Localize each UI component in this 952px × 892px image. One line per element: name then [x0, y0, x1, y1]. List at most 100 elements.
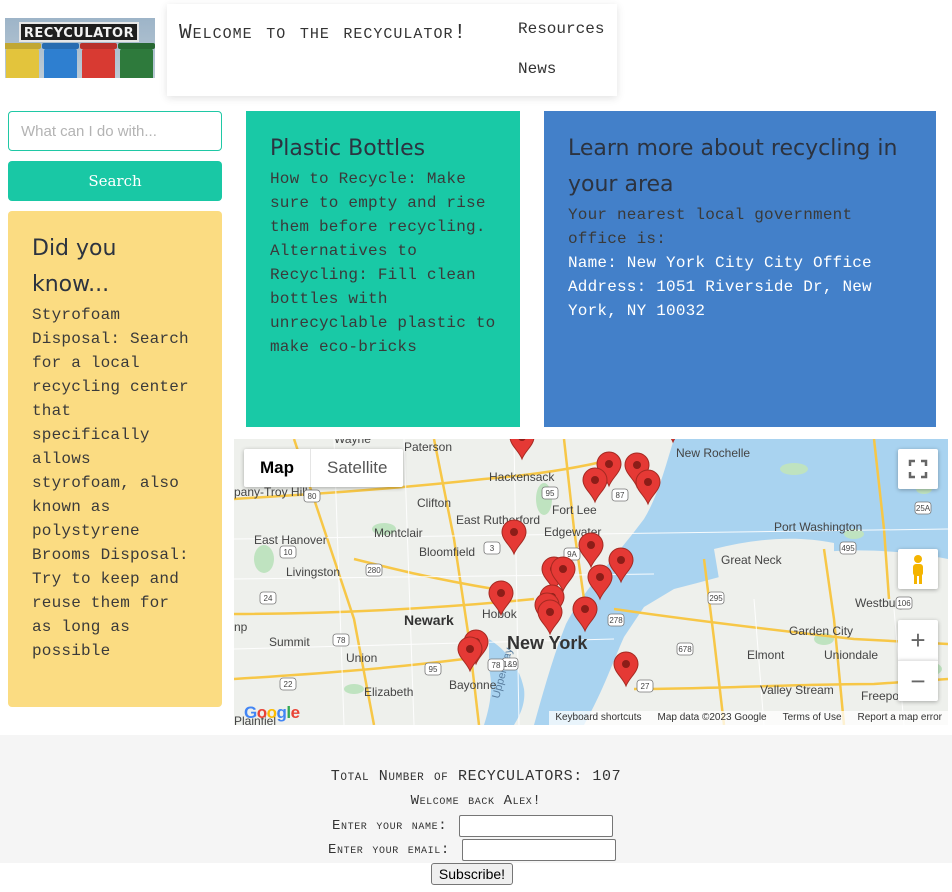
map-place-label: np: [234, 620, 248, 634]
zoom-in-icon[interactable]: +: [898, 620, 938, 660]
nav-news-link[interactable]: News: [518, 60, 556, 78]
route-shield: 678: [676, 642, 694, 656]
svg-text:1&9: 1&9: [503, 660, 518, 669]
terms-of-use-link[interactable]: Terms of Use: [783, 711, 842, 725]
svg-text:95: 95: [429, 665, 438, 674]
route-shield: 280: [365, 563, 383, 577]
subscribe-button[interactable]: Subscribe!: [431, 863, 513, 885]
zoom-out-icon[interactable]: −: [898, 660, 938, 701]
report-map-error-link[interactable]: Report a map error: [858, 711, 942, 725]
route-shield: 95: [541, 486, 559, 500]
green-bin-icon: [120, 48, 153, 78]
svg-text:3: 3: [490, 544, 495, 553]
blue-bin-icon: [44, 48, 77, 78]
route-shield: 25A: [914, 501, 932, 515]
svg-text:9A: 9A: [567, 550, 577, 559]
keyboard-shortcuts-link[interactable]: Keyboard shortcuts: [555, 711, 641, 725]
route-shield: 95: [424, 662, 442, 676]
svg-text:80: 80: [308, 492, 317, 501]
route-shield: 106: [895, 596, 913, 610]
map-place-label: Wayne: [334, 439, 371, 446]
map-place-label: Montclair: [374, 526, 423, 540]
map-type-satellite-button[interactable]: Satellite: [311, 449, 403, 487]
logo-text: RECYCULATOR: [19, 22, 139, 42]
svg-text:87: 87: [616, 491, 625, 500]
map-place-label: Fort Lee: [552, 503, 597, 517]
svg-text:22: 22: [284, 680, 293, 689]
did-you-know-card: Did you know... Styrofoam Disposal: Sear…: [8, 211, 222, 707]
did-you-know-text: Styrofoam Disposal: Search for a local r…: [32, 306, 189, 660]
nav-resources-link[interactable]: Resources: [518, 20, 604, 38]
map-place-label: pany-Troy Hills: [234, 485, 314, 499]
yellow-bin-icon: [6, 48, 39, 78]
route-shield: 27: [636, 679, 654, 693]
email-label: Enter your email:: [328, 842, 450, 858]
route-shield: 78: [487, 658, 505, 672]
map-place-label: Newark: [404, 612, 454, 628]
map-place-label: Garden City: [789, 624, 853, 638]
map-attribution: Keyboard shortcuts Map data ©2023 Google…: [549, 711, 948, 725]
route-shield: 495: [839, 541, 857, 555]
svg-text:24: 24: [264, 594, 273, 603]
svg-text:278: 278: [609, 616, 623, 625]
route-shield: 278: [607, 613, 625, 627]
route-shield: 78: [332, 633, 350, 647]
svg-text:106: 106: [897, 599, 911, 608]
map-place-label: Uniondale: [824, 648, 878, 662]
map-place-label: Union: [346, 651, 377, 665]
search-input[interactable]: [8, 111, 222, 151]
office-name: Name: New York City City Office: [568, 254, 872, 272]
map-place-label: Great Neck: [721, 553, 783, 567]
route-shield: 10: [279, 545, 297, 559]
map-place-label: Clifton: [417, 496, 451, 510]
route-shield: 295: [707, 591, 725, 605]
map-type-control: Map Satellite: [244, 449, 404, 487]
map-place-label: New Rochelle: [676, 446, 750, 460]
page-title: Welcome to the recyculator!: [179, 22, 468, 45]
map-place-label: Livingston: [286, 565, 340, 579]
svg-text:27: 27: [641, 682, 650, 691]
route-shield: 87: [611, 488, 629, 502]
map-type-map-button[interactable]: Map: [244, 449, 311, 487]
route-shield: 3: [483, 541, 501, 555]
local-area-title: Learn more about recycling in your area: [568, 136, 898, 197]
svg-text:280: 280: [367, 566, 381, 575]
map-place-label: Bloomfield: [419, 545, 475, 559]
map-place-label: Bayonne: [449, 678, 497, 692]
did-you-know-title: Did you know...: [32, 236, 117, 297]
local-area-intro: Your nearest local government office is:: [568, 206, 853, 248]
item-info-card: Plastic Bottles How to Recycle: Make sur…: [246, 111, 520, 427]
welcome-back-message: Welcome back Alex!: [410, 793, 542, 809]
route-shield: 24: [259, 591, 277, 605]
svg-text:95: 95: [546, 489, 555, 498]
office-address: Address: 1051 Riverside Dr, New York, NY…: [568, 278, 872, 320]
svg-text:78: 78: [492, 661, 501, 670]
map-place-label: Port Washington: [774, 520, 862, 534]
route-shield: 80: [303, 489, 321, 503]
total-recyculators-count: Total Number of RECYCULATORS: 107: [330, 768, 622, 785]
recycling-centers-map[interactable]: Wayne Paterson New Rochelle Hackensack Clift…: [234, 439, 948, 725]
map-place-label: Elmont: [747, 648, 785, 662]
svg-text:678: 678: [678, 645, 692, 654]
red-bin-icon: [82, 48, 115, 78]
item-title: Plastic Bottles: [270, 136, 426, 161]
route-shield: 22: [279, 677, 297, 691]
name-label: Enter your name:: [332, 818, 448, 834]
email-field[interactable]: [462, 839, 616, 861]
name-field[interactable]: [459, 815, 613, 837]
map-place-label: East Hanover: [254, 533, 327, 547]
map-place-label: East Rutherford: [456, 513, 540, 527]
svg-text:295: 295: [709, 594, 723, 603]
svg-text:78: 78: [337, 636, 346, 645]
map-place-label: Summit: [269, 635, 310, 649]
pegman-icon[interactable]: [898, 549, 938, 589]
logo: RECYCULATOR: [5, 18, 155, 78]
local-area-card: Learn more about recycling in your area …: [544, 111, 936, 427]
svg-text:25A: 25A: [916, 504, 931, 513]
google-logo: Google: [244, 703, 300, 722]
header: Welcome to the recyculator! Resources Ne…: [167, 4, 617, 96]
fullscreen-icon[interactable]: [898, 449, 938, 489]
search-button[interactable]: Search: [8, 161, 222, 201]
map-data-credit: Map data ©2023 Google: [657, 712, 767, 723]
svg-text:10: 10: [284, 548, 293, 557]
